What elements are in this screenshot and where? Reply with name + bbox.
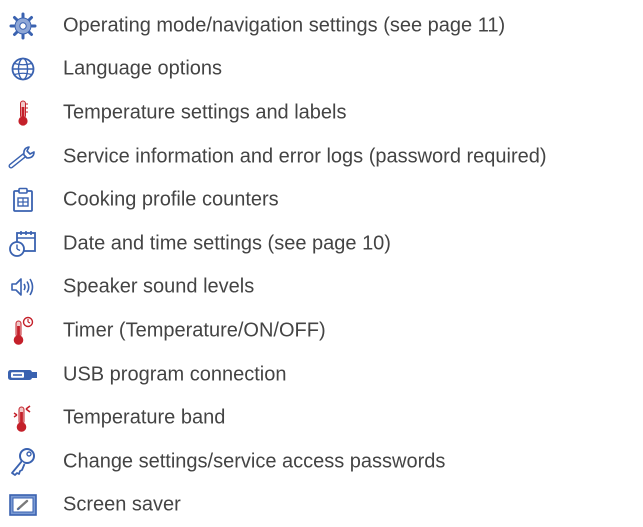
wrench-icon [6, 142, 40, 172]
thermometer-icon [6, 98, 40, 128]
list-item-label: Temperature settings and labels [63, 101, 347, 124]
list-item: Temperature settings and labels [0, 91, 643, 135]
list-item-label: Service information and error logs (pass… [63, 145, 547, 168]
thermometer-band-icon [6, 403, 40, 433]
list-item-label: Language options [63, 57, 223, 80]
list-item: Screen saver [0, 484, 643, 527]
usb-icon [6, 360, 40, 390]
globe-icon [6, 54, 40, 84]
list-item-label: Timer (Temperature/ON/OFF) [63, 319, 326, 342]
list-item-label: Cooking profile counters [63, 188, 279, 211]
calendar-clock-icon [6, 229, 40, 259]
list-item-label: Operating mode/navigation settings (see … [63, 14, 506, 37]
gear-icon [6, 11, 40, 41]
list-item: Temperature band [0, 396, 643, 440]
list-item-label: USB program connection [63, 363, 287, 386]
list-item-label: Change settings/service access passwords [63, 450, 446, 473]
list-item: Date and time settings (see page 10) [0, 222, 643, 266]
speaker-icon [6, 272, 40, 302]
list-item: Cooking profile counters [0, 178, 643, 222]
list-item: USB program connection [0, 353, 643, 397]
list-item: Timer (Temperature/ON/OFF) [0, 309, 643, 353]
list-item: Service information and error logs (pass… [0, 135, 643, 179]
list-item: Speaker sound levels [0, 266, 643, 310]
list-item-label: Date and time settings (see page 10) [63, 232, 391, 255]
settings-icon-legend: Operating mode/navigation settings (see … [0, 4, 643, 527]
list-item-label: Speaker sound levels [63, 275, 255, 298]
list-item: Operating mode/navigation settings (see … [0, 4, 643, 48]
clipboard-icon [6, 185, 40, 215]
thermometer-timer-icon [6, 316, 40, 346]
list-item-label: Screen saver [63, 493, 181, 516]
screen-saver-icon [6, 490, 40, 520]
key-icon [6, 447, 40, 477]
list-item-label: Temperature band [63, 406, 226, 429]
list-item: Language options [0, 48, 643, 92]
list-item: Change settings/service access passwords [0, 440, 643, 484]
